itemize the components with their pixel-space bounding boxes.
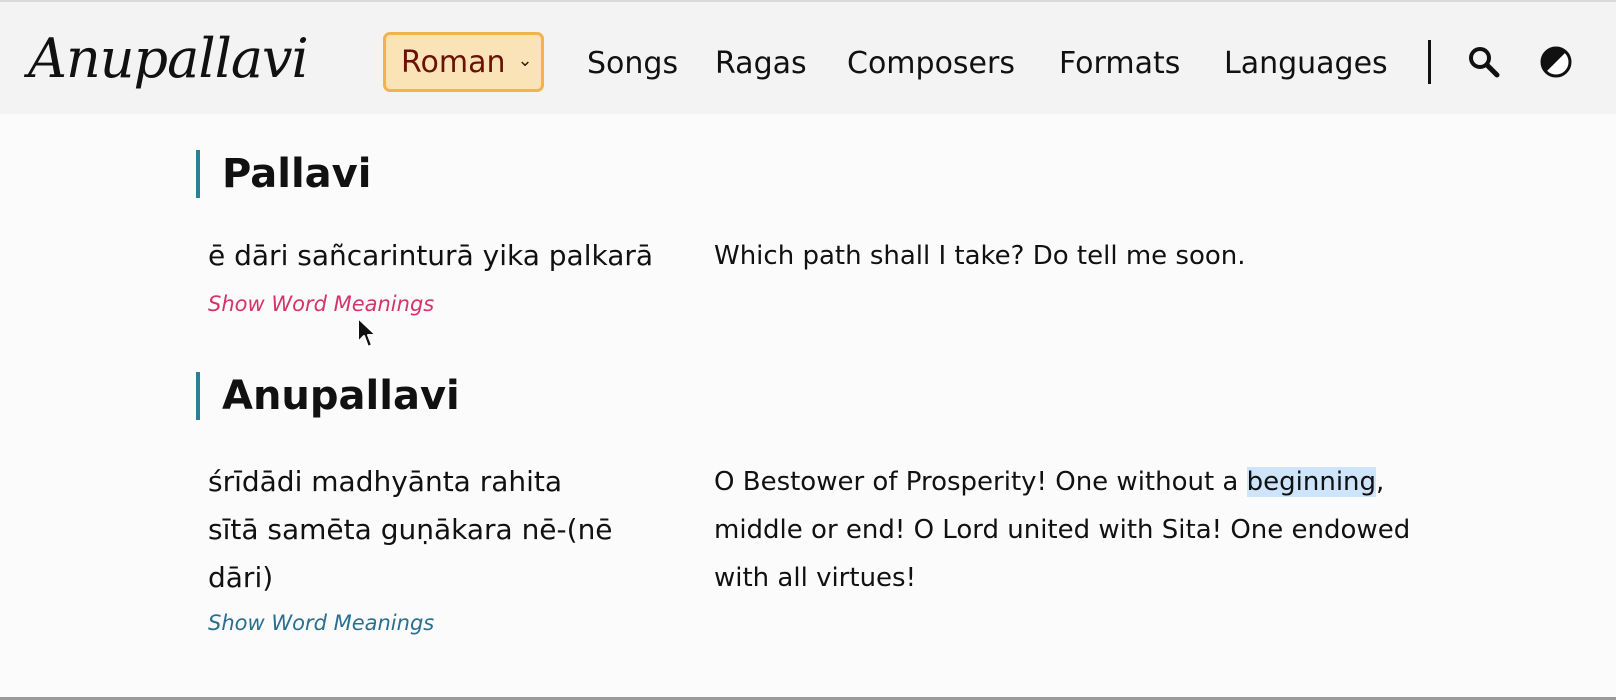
site-logo[interactable]: Anupallavi bbox=[28, 24, 309, 94]
nav-link-languages[interactable]: Languages bbox=[1224, 46, 1388, 81]
nav-divider bbox=[1428, 40, 1431, 84]
chevron-down-icon: ⌄ bbox=[517, 49, 533, 71]
show-word-meanings-link-anupallavi[interactable]: Show Word Meanings bbox=[208, 608, 434, 638]
lyric-line: śrīdādi madhyānta rahita bbox=[208, 465, 563, 498]
search-icon bbox=[1469, 47, 1500, 78]
nav-link-composers[interactable]: Composers bbox=[847, 46, 1015, 81]
section-title-anupallavi: Anupallavi bbox=[196, 372, 460, 420]
theme-toggle-icon bbox=[1540, 46, 1572, 78]
top-navigation-bar: Anupallavi Roman ⌄ Songs Ragas Composers… bbox=[0, 0, 1616, 114]
nav-link-ragas[interactable]: Ragas bbox=[715, 46, 807, 81]
nav-link-formats[interactable]: Formats bbox=[1059, 46, 1180, 81]
section-title-pallavi: Pallavi bbox=[196, 150, 371, 198]
translation-text-start: O Bestower of Prosperity! One without a bbox=[714, 467, 1247, 497]
script-select-dropdown[interactable]: Roman ⌄ bbox=[383, 32, 544, 92]
nav-link-songs[interactable]: Songs bbox=[587, 46, 678, 81]
lyric-anupallavi: śrīdādi madhyānta rahita sītā samēta guṇ… bbox=[208, 458, 678, 602]
song-content: Pallavi ē dāri sañcarinturā yika palkarā… bbox=[0, 114, 1616, 700]
lyric-line: dāri) bbox=[208, 561, 274, 594]
translation-anupallavi: O Bestower of Prosperity! One without a … bbox=[714, 458, 1444, 602]
show-word-meanings-link-pallavi[interactable]: Show Word Meanings bbox=[208, 289, 434, 319]
theme-toggle-button[interactable] bbox=[1536, 42, 1576, 82]
translation-text: Which path shall I take? Do tell me soon… bbox=[714, 241, 1246, 271]
lyric-pallavi: ē dāri sañcarinturā yika palkarā bbox=[208, 232, 678, 280]
translation-pallavi: Which path shall I take? Do tell me soon… bbox=[714, 232, 1454, 280]
lyric-line: ē dāri sañcarinturā yika palkarā bbox=[208, 239, 654, 272]
search-button[interactable] bbox=[1464, 42, 1504, 82]
script-select-value: Roman bbox=[401, 44, 506, 80]
lyric-line: sītā samēta guṇākara nē-(nē bbox=[208, 513, 613, 546]
selected-text-highlight: beginning bbox=[1246, 467, 1377, 497]
mouse-pointer-icon bbox=[357, 317, 377, 348]
